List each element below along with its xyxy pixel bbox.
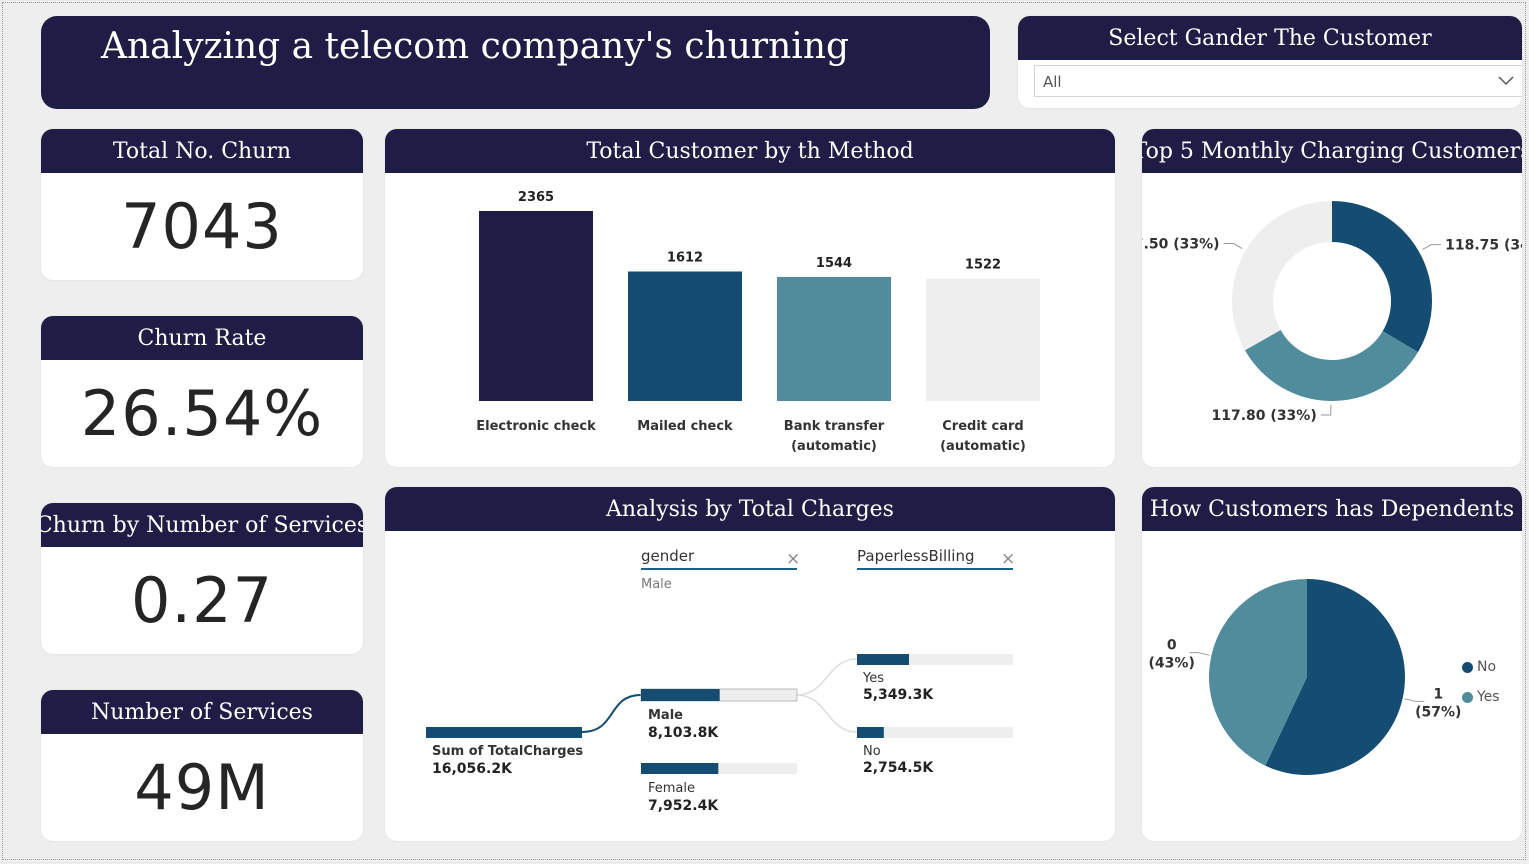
donut-slice[interactable] — [1244, 330, 1418, 401]
donut-slice[interactable] — [1232, 201, 1332, 351]
legend-label: Yes — [1477, 689, 1500, 705]
level1-selected-label: Male — [641, 577, 672, 592]
slice-percent-label: (57%) — [1415, 704, 1461, 720]
category-label: Bank transfer — [784, 419, 885, 434]
kpi-card-churn-by-services: Churn by Number of Services 0.27 — [41, 503, 363, 654]
leader-line — [1320, 404, 1332, 416]
slice-label: 1 — [1433, 686, 1443, 702]
male-bar-fill[interactable] — [641, 689, 720, 701]
leader-line — [1404, 698, 1425, 702]
gender-dropdown[interactable]: All — [1034, 65, 1522, 97]
connector-male-no — [796, 694, 858, 733]
yes-value: 5,349.3K — [863, 687, 934, 703]
leader-line — [1223, 243, 1243, 250]
slice-label: 117.50 (33%) — [1142, 237, 1220, 253]
slice-percent-label: (43%) — [1149, 656, 1195, 672]
bar[interactable] — [628, 271, 742, 401]
chart-title: How Customers has Dependents — [1142, 487, 1522, 531]
slicer-header: Select Gander The Customer — [1018, 16, 1522, 60]
legend-item-yes[interactable]: Yes — [1462, 689, 1500, 705]
kpi-card-total-churn: Total No. Churn 7043 — [41, 129, 363, 280]
category-label: Electronic check — [476, 419, 596, 434]
category-label: (automatic) — [940, 439, 1026, 454]
kpi-card-churn-rate: Churn Rate 26.54% — [41, 316, 363, 467]
root-bar-fill[interactable] — [426, 727, 582, 738]
gender-slicer: Select Gander The Customer All — [1018, 16, 1522, 108]
bar[interactable] — [926, 278, 1040, 401]
yes-bar-fill[interactable] — [857, 654, 909, 665]
dropdown-value: All — [1043, 73, 1062, 91]
level1-field-label[interactable]: gender — [641, 547, 695, 565]
level2-field-label[interactable]: PaperlessBilling — [857, 547, 975, 565]
decomposition-tree-card: Analysis by Total Charges gender × Male … — [385, 487, 1115, 841]
legend-dot-yes — [1462, 691, 1473, 703]
kpi-value: 7043 — [121, 190, 283, 263]
category-label: Credit card — [942, 419, 1023, 434]
slice-label: 117.80 (33%) — [1212, 408, 1317, 424]
connector-male-yes — [796, 658, 858, 696]
female-bar-fill[interactable] — [641, 763, 719, 774]
no-label: No — [863, 744, 881, 759]
category-label: (automatic) — [791, 439, 877, 454]
pie-chart: 1 (57%) 0 (43%) — [1149, 579, 1461, 775]
root-label: Sum of TotalCharges — [432, 744, 583, 759]
female-label: Female — [648, 781, 695, 796]
bar[interactable] — [479, 211, 593, 401]
kpi-value: 26.54% — [80, 377, 324, 450]
remove-level1-icon[interactable]: × — [786, 549, 800, 569]
yes-label: Yes — [862, 671, 884, 686]
bar-chart-card: Total Customer by th Method 2365 Electron… — [385, 129, 1115, 467]
chart-title: Top 5 Monthly Charging Customers — [1142, 129, 1522, 173]
title-banner: Analyzing a telecom company's churning — [41, 16, 990, 109]
bar-data-label: 2365 — [518, 190, 554, 205]
category-label: Mailed check — [637, 419, 733, 434]
slice-label: 118.75 (34%) — [1445, 238, 1522, 254]
donut-slice[interactable] — [1332, 201, 1432, 353]
chart-title: Analysis by Total Charges — [385, 487, 1115, 531]
remove-level2-icon[interactable]: × — [1001, 549, 1015, 569]
bar-data-label: 1544 — [816, 256, 852, 271]
pie-chart-card: How Customers has Dependents 1 (57%) 0 (43%… — [1142, 487, 1522, 841]
bar[interactable] — [777, 276, 891, 401]
male-label: Male — [648, 708, 683, 723]
donut-chart: 118.75 (34%) 117.80 (33%) 117.50 (33%) — [1142, 201, 1522, 424]
root-value: 16,056.2K — [432, 761, 513, 777]
kpi-value: 49M — [134, 751, 270, 824]
chevron-down-icon — [1498, 76, 1514, 86]
legend-item-no[interactable]: No — [1462, 659, 1496, 675]
chart-title: Total Customer by th Method — [385, 129, 1115, 173]
female-value: 7,952.4K — [648, 798, 719, 814]
decomposition-tree: gender × Male PaperlessBilling × Sum of … — [426, 547, 1015, 814]
no-value: 2,754.5K — [863, 760, 934, 776]
legend-dot-no — [1462, 661, 1473, 673]
connector-root-male — [581, 694, 642, 733]
kpi-label: Number of Services — [41, 690, 363, 734]
kpi-card-number-of-services: Number of Services 49M — [41, 690, 363, 841]
kpi-value: 0.27 — [130, 564, 274, 637]
no-bar-fill[interactable] — [857, 727, 884, 738]
leader-line — [1422, 244, 1442, 251]
slice-label: 0 — [1167, 638, 1177, 654]
kpi-label: Total No. Churn — [41, 129, 363, 173]
donut-chart-card: Top 5 Monthly Charging Customers 118.75 … — [1142, 129, 1522, 467]
male-value: 8,103.8K — [648, 725, 719, 741]
kpi-label: Churn by Number of Services — [41, 503, 363, 547]
bar-data-label: 1522 — [965, 258, 1001, 273]
kpi-label: Churn Rate — [41, 316, 363, 360]
page-title: Analyzing a telecom company's churning — [101, 26, 850, 67]
legend-label: No — [1477, 659, 1497, 675]
bar-chart: 2365 Electronic check 1612 Mailed check 1544… — [476, 190, 1040, 454]
bar-data-label: 1612 — [667, 250, 703, 265]
